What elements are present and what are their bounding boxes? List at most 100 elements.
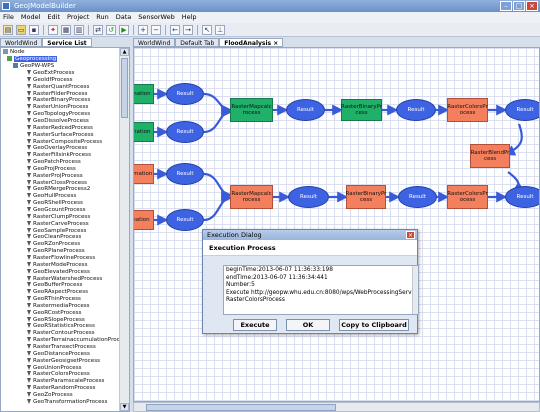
- process-icon: [27, 124, 31, 130]
- paste-icon[interactable]: ⇄: [93, 24, 103, 35]
- menu-model[interactable]: Model: [21, 12, 41, 23]
- tree-process-label: RasterProjProcess: [33, 172, 83, 179]
- workflow-node[interactable]: mation: [134, 210, 154, 230]
- ok-button[interactable]: OK: [286, 319, 330, 331]
- back-icon[interactable]: ←: [170, 24, 180, 35]
- tree-process-label: GeoRStatisticsProcess: [33, 323, 95, 330]
- tree-process-label: RasterGeosigsetProcess: [33, 357, 101, 364]
- process-icon: [27, 145, 31, 151]
- minimize-button[interactable]: –: [500, 1, 512, 11]
- menu-file[interactable]: File: [3, 12, 14, 23]
- log-scrollbar[interactable]: [412, 266, 418, 314]
- tree-process-label: RasterFlowlineProcess: [33, 254, 96, 261]
- menu-data[interactable]: Data: [116, 12, 132, 23]
- tree-root-node[interactable]: Node: [3, 49, 25, 56]
- menu-help[interactable]: Help: [182, 12, 197, 23]
- tab-default[interactable]: Default Tab: [175, 38, 220, 47]
- log-line: RasterColorsProcess: [226, 297, 285, 304]
- menu-project[interactable]: Project: [67, 12, 89, 23]
- workflow-node[interactable]: Result: [288, 186, 329, 208]
- process-icon: [27, 254, 31, 260]
- import-icon[interactable]: ✦: [48, 24, 58, 35]
- zoom-in-icon[interactable]: +: [138, 24, 148, 35]
- process-icon: [27, 186, 31, 192]
- workflow-node[interactable]: Result: [286, 99, 325, 121]
- undo-icon[interactable]: ↺: [106, 24, 116, 35]
- tree-process-label: GeoRMergeProcess2: [33, 186, 91, 193]
- link-icon[interactable]: ⊥: [215, 24, 225, 35]
- workflow-edge: [203, 172, 233, 201]
- open-icon[interactable]: ▭: [16, 24, 26, 35]
- process-icon: [27, 309, 31, 315]
- workflow-node[interactable]: Result: [398, 186, 437, 208]
- workflow-edge: [203, 106, 233, 134]
- tree-process-label: GeoDissolveProcess: [33, 117, 89, 124]
- new-icon[interactable]: ▤: [3, 24, 13, 35]
- maximize-button[interactable]: □: [513, 1, 525, 11]
- tree-process-label: RasterClossProcess: [33, 179, 87, 186]
- workflow-node[interactable]: Result: [166, 209, 204, 231]
- process-icon: [27, 152, 31, 158]
- zoom-out-icon[interactable]: −: [151, 24, 161, 35]
- scroll-up-arrow-icon[interactable]: ▲: [120, 48, 129, 56]
- copy-icon[interactable]: ▥: [74, 24, 84, 35]
- tree-process-label: GeoDistanceProcess: [33, 350, 90, 357]
- process-icon: [27, 220, 31, 226]
- workflow-node[interactable]: formation: [134, 164, 154, 184]
- execute-button[interactable]: Execute: [233, 319, 277, 331]
- workflow-node[interactable]: RasterMapcalc rocess: [230, 185, 273, 209]
- workflow-node[interactable]: RasterMapcalc rocess: [230, 98, 273, 122]
- export-icon[interactable]: ▦: [61, 24, 71, 35]
- workflow-node[interactable]: RasterBlendPr cess: [470, 144, 510, 168]
- workflow-node[interactable]: mation: [134, 84, 154, 104]
- editor-tabs: WorldWind Default Tab FloodAnalysis ×: [133, 38, 540, 47]
- process-icon: [27, 289, 31, 295]
- workflow-edge: [203, 192, 233, 222]
- tab-service-list[interactable]: Service List: [42, 38, 92, 47]
- tree-scrollbar[interactable]: ▲ ▼: [119, 48, 129, 411]
- tree-process-label: GeoRCostProcess: [33, 309, 82, 316]
- scroll-down-arrow-icon[interactable]: ▼: [120, 403, 129, 411]
- process-icon: [27, 207, 31, 212]
- menu-run[interactable]: Run: [96, 12, 108, 23]
- workflow-node[interactable]: Result: [166, 121, 204, 143]
- tab-worldwind[interactable]: WorldWind: [0, 38, 43, 47]
- tree-process-item[interactable]: GeoTransformationProcess: [27, 398, 107, 406]
- folder-icon: [7, 56, 12, 61]
- canvas-scroll-thumb[interactable]: [146, 404, 336, 411]
- process-icon: [27, 172, 31, 178]
- workflow-node[interactable]: RasterColorsPr ocess: [447, 98, 488, 122]
- tree-process-label: RasterRandomProcess: [33, 385, 96, 392]
- process-icon: [27, 398, 31, 404]
- tree-scroll-thumb[interactable]: [121, 58, 128, 118]
- select-icon[interactable]: ↖: [202, 24, 212, 35]
- workflow-node[interactable]: ination: [134, 122, 154, 142]
- workflow-node[interactable]: RasterColorsPr ocess: [447, 185, 488, 209]
- workflow-node[interactable]: RasterBinaryPr cess: [346, 185, 386, 209]
- forward-icon[interactable]: →: [183, 24, 193, 35]
- workflow-canvas[interactable]: mation Result RasterMapcalc rocess Resul…: [133, 47, 540, 402]
- workflow-node[interactable]: Result: [166, 163, 204, 185]
- tree-geoprocessing[interactable]: Geoprocessing: [7, 56, 58, 63]
- menu-sensorweb[interactable]: SensorWeb: [138, 12, 174, 23]
- process-icon: [27, 70, 31, 75]
- copy-to-clipboard-button[interactable]: Copy to Clipboard: [339, 319, 409, 331]
- tab-worldwind-editor[interactable]: WorldWind: [133, 38, 176, 47]
- process-icon: [27, 316, 31, 322]
- workflow-node[interactable]: Result: [396, 99, 436, 121]
- canvas-horizontal-scrollbar[interactable]: [133, 402, 540, 412]
- toolbar-separator: [88, 24, 89, 35]
- tree-process-label: RasterParamscaleProcess: [33, 378, 105, 385]
- workflow-node[interactable]: Result: [505, 186, 539, 208]
- close-button[interactable]: ×: [526, 1, 538, 11]
- save-icon[interactable]: ▪: [29, 24, 39, 35]
- workflow-node[interactable]: RasterBinaryPr cess: [341, 99, 382, 121]
- tab-floodanalysis[interactable]: FloodAnalysis ×: [219, 38, 284, 47]
- tree-geopw-wps[interactable]: GeoPW-WPS: [13, 63, 54, 70]
- workflow-node[interactable]: Result: [166, 83, 204, 105]
- workflow-node[interactable]: Result: [505, 99, 539, 121]
- menu-edit[interactable]: Edit: [47, 12, 60, 23]
- run-icon[interactable]: ▶: [119, 24, 129, 35]
- dialog-close-icon[interactable]: ×: [406, 231, 415, 239]
- tree-process-label: RasterSurfaceProcess: [33, 131, 94, 138]
